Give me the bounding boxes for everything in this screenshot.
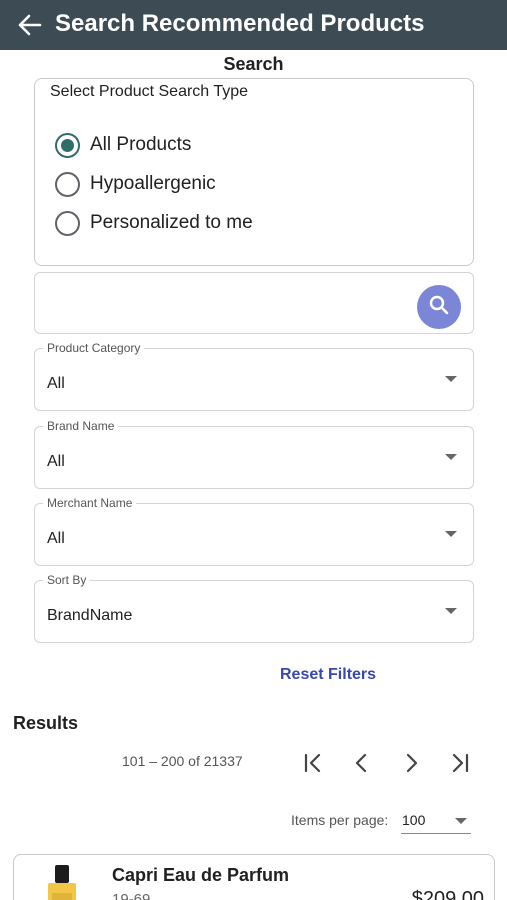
pagination-range: 101 – 200 of 21337: [122, 753, 243, 769]
brand-name-select[interactable]: Brand Name All: [34, 419, 474, 489]
product-subtitle: 19-69: [112, 891, 151, 900]
reset-filters-button[interactable]: Reset Filters: [280, 666, 376, 684]
radio-label: All Products: [90, 134, 192, 155]
product-name: Capri Eau de Parfum: [112, 865, 290, 885]
results-title: Results: [13, 713, 79, 733]
app-bar: Search Recommended Products: [0, 0, 507, 50]
product-card[interactable]: Capri Eau de Parfum 19-69 $209.00: [13, 854, 495, 900]
page-title: Search Recommended Products: [55, 10, 425, 37]
product-image: [44, 863, 80, 900]
radio-option-all-products[interactable]: All Products: [55, 132, 191, 158]
field-value: BrandName: [47, 607, 133, 624]
sort-by-select[interactable]: Sort By BrandName: [34, 573, 474, 643]
search-type-card: Select Product Search Type All Products …: [34, 78, 474, 266]
chevron-down-icon: [445, 454, 457, 460]
field-label: Brand Name: [43, 419, 119, 433]
field-label: Product Category: [43, 341, 145, 355]
search-type-legend: Select Product Search Type: [50, 83, 249, 100]
radio-label: Personalized to me: [90, 212, 253, 233]
search-icon: [428, 294, 450, 321]
chevron-down-icon: [445, 531, 457, 537]
items-per-page-value: 100: [402, 812, 426, 828]
chevron-right-icon: [406, 753, 418, 773]
radio-button-hypoallergenic[interactable]: [55, 171, 80, 197]
items-per-page-label: Items per page:: [291, 812, 389, 828]
search-button[interactable]: [417, 285, 461, 329]
radio-button-all-products[interactable]: [55, 132, 80, 158]
previous-page-button[interactable]: [347, 748, 377, 778]
radio-option-personalized[interactable]: Personalized to me: [55, 210, 253, 236]
field-value: All: [47, 530, 65, 547]
radio-button-personalized[interactable]: [55, 210, 80, 236]
radio-option-hypoallergenic[interactable]: Hypoallergenic: [55, 171, 216, 197]
first-page-button[interactable]: [298, 748, 328, 778]
last-page-icon: [452, 753, 469, 773]
chevron-down-icon: [445, 608, 457, 614]
last-page-button[interactable]: [445, 748, 475, 778]
product-category-select[interactable]: Product Category All: [34, 341, 474, 411]
chevron-left-icon: [355, 753, 367, 773]
product-price: $209.00: [411, 888, 484, 900]
arrow-left-icon[interactable]: [16, 12, 44, 38]
chevron-down-icon: [455, 818, 467, 824]
first-page-icon: [304, 753, 321, 773]
items-per-page-select[interactable]: 100: [401, 806, 471, 834]
field-label: Sort By: [43, 573, 91, 587]
radio-label: Hypoallergenic: [90, 173, 216, 194]
search-section-title: Search: [223, 54, 284, 74]
next-page-button[interactable]: [396, 748, 426, 778]
field-label: Merchant Name: [43, 496, 137, 510]
field-value: All: [47, 453, 65, 470]
field-value: All: [47, 375, 65, 392]
chevron-down-icon: [445, 376, 457, 382]
merchant-name-select[interactable]: Merchant Name All: [34, 496, 474, 566]
search-input[interactable]: [34, 272, 474, 334]
